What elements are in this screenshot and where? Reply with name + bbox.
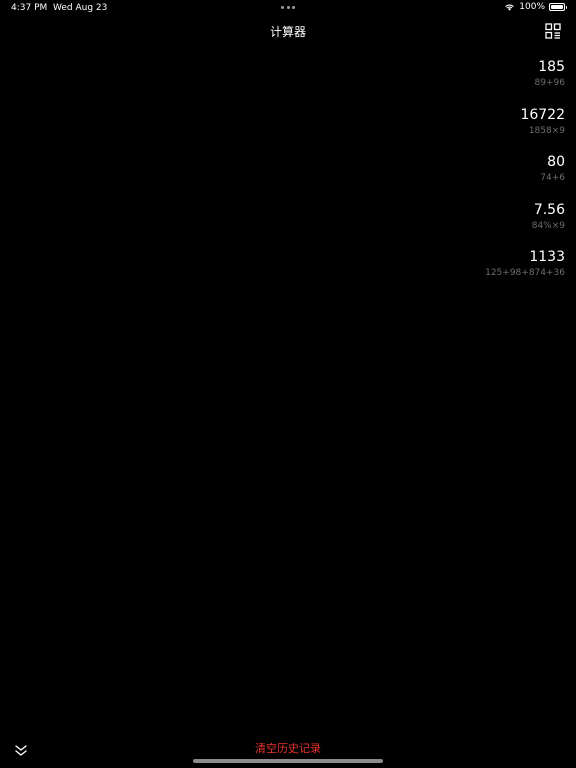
- history-expression: 1858×9: [528, 125, 565, 136]
- history-item[interactable]: 16722 1858×9: [265, 106, 565, 154]
- history-expression: 89+96: [534, 78, 565, 88]
- history-result: 7.56: [533, 201, 565, 218]
- status-bar: 4:37 PM Wed Aug 23 100%: [0, 0, 576, 16]
- history-item[interactable]: 1133 125+98+874+36: [265, 248, 565, 296]
- status-right: 100%: [504, 2, 567, 12]
- clear-history-area: 清空历史记录: [0, 740, 576, 756]
- history-result: 185: [538, 59, 565, 75]
- clear-history-button[interactable]: 清空历史记录: [255, 742, 321, 755]
- battery-percent: 100%: [519, 2, 545, 12]
- history-list: 185 89+96 16722 1858×9 80 74+6 7.56 84%×…: [265, 58, 565, 296]
- history-expression: 74+6: [540, 173, 565, 183]
- history-result: 1133: [529, 249, 565, 265]
- page-title: 计算器: [269, 25, 306, 39]
- wifi-icon: [504, 3, 515, 11]
- battery-icon: [549, 3, 567, 11]
- qr-code-icon: [545, 23, 561, 39]
- history-result: 80: [547, 154, 565, 170]
- status-time: 4:37 PM: [11, 3, 48, 13]
- home-indicator[interactable]: [193, 759, 383, 763]
- history-item[interactable]: 185 89+96: [265, 58, 565, 106]
- history-item[interactable]: 7.56 84%×9: [265, 201, 565, 249]
- history-item[interactable]: 80 74+6: [265, 153, 565, 201]
- history-expression: 125+98+874+36: [485, 268, 565, 278]
- history-expression: 84%×9: [531, 220, 565, 231]
- qr-scan-button[interactable]: [545, 23, 561, 39]
- status-date: Wed Aug 23: [53, 3, 108, 13]
- history-result: 16722: [520, 106, 565, 123]
- multitasking-dots-icon[interactable]: [281, 6, 295, 9]
